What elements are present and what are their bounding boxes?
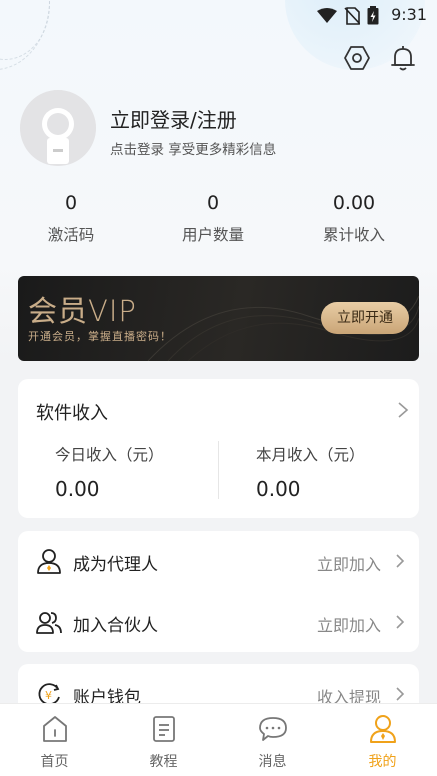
top-actions [343, 44, 417, 72]
stat-total-income[interactable]: 0.00 累计收入 [284, 192, 424, 245]
stat-value: 0 [64, 192, 78, 214]
login-title[interactable]: 立即登录/注册 [110, 104, 237, 133]
agent-icon [37, 549, 61, 574]
chevron-right-icon [396, 687, 405, 701]
join-card: 成为代理人 立即加入 加入合伙人 立即加入 [18, 531, 419, 652]
no-sim-icon [344, 6, 360, 25]
svg-text:¥: ¥ [45, 689, 52, 702]
status-icons [317, 6, 379, 25]
login-subtitle: 点击登录 享受更多精彩信息 [110, 142, 277, 158]
today-income-value: 0.00 [55, 477, 100, 501]
tab-mine[interactable]: 我的 [328, 704, 437, 776]
month-income: 本月收入（元） 0.00 [256, 443, 436, 501]
divider [218, 441, 219, 499]
settings-icon[interactable] [343, 44, 371, 72]
stat-activation-codes[interactable]: 0 激活码 [1, 192, 141, 245]
chevron-right-icon [396, 554, 405, 568]
battery-icon [367, 6, 379, 25]
stat-value: 0.00 [332, 192, 376, 214]
row-label: 加入合伙人 [73, 616, 158, 636]
month-income-label: 本月收入（元） [256, 446, 365, 464]
tab-label: 消息 [258, 754, 287, 770]
month-income-value: 0.00 [256, 477, 301, 501]
stat-label: 用户数量 [181, 226, 244, 244]
home-icon [42, 716, 67, 742]
vip-subtitle: 开通会员，掌握直播密码！ [28, 330, 172, 343]
row-label: 成为代理人 [73, 555, 158, 575]
profile-page: 9:31 立即登录/注册 点击登录 享受更多精彩信息 0 激活码 0 用户数量 … [0, 0, 437, 776]
row-action: 立即加入 [316, 555, 381, 574]
status-bar: 9:31 [0, 0, 437, 30]
software-income-card[interactable]: 软件收入 今日收入（元） 0.00 本月收入（元） 0.00 [18, 379, 419, 518]
tab-home[interactable]: 首页 [0, 704, 109, 776]
partners-icon [36, 612, 62, 634]
stat-label: 激活码 [47, 226, 95, 244]
vip-open-button[interactable]: 立即开通 [321, 302, 409, 334]
stat-user-count[interactable]: 0 用户数量 [143, 192, 283, 245]
avatar[interactable] [20, 90, 96, 166]
user-icon [369, 715, 396, 743]
login-header[interactable]: 立即登录/注册 点击登录 享受更多精彩信息 [20, 90, 420, 170]
chevron-right-icon [396, 615, 405, 629]
message-icon [258, 717, 287, 741]
vip-title: 会员VIP [28, 294, 137, 328]
become-agent-row[interactable]: 成为代理人 立即加入 [18, 531, 419, 591]
tab-label: 教程 [149, 754, 178, 770]
document-icon [152, 716, 175, 742]
today-income-label: 今日收入（元） [55, 446, 164, 464]
stat-value: 0 [206, 192, 220, 214]
stat-label: 累计收入 [322, 226, 385, 244]
tab-messages[interactable]: 消息 [218, 704, 327, 776]
bell-icon[interactable] [389, 44, 417, 72]
tab-tutorial[interactable]: 教程 [109, 704, 218, 776]
bottom-tab-bar: 首页 教程 消息 我的 [0, 703, 437, 776]
stats-row: 0 激活码 0 用户数量 0.00 累计收入 [0, 192, 437, 252]
chevron-right-icon[interactable] [397, 401, 409, 419]
today-income: 今日收入（元） 0.00 [55, 443, 235, 501]
status-time: 9:31 [391, 5, 427, 24]
wifi-icon [317, 7, 337, 23]
tab-label: 我的 [368, 754, 397, 770]
tab-label: 首页 [40, 754, 69, 770]
income-title: 软件收入 [36, 403, 108, 424]
row-action: 立即加入 [316, 616, 381, 635]
join-partner-row[interactable]: 加入合伙人 立即加入 [18, 592, 419, 652]
vip-banner[interactable]: 会员VIP 开通会员，掌握直播密码！ 立即开通 [18, 276, 419, 361]
